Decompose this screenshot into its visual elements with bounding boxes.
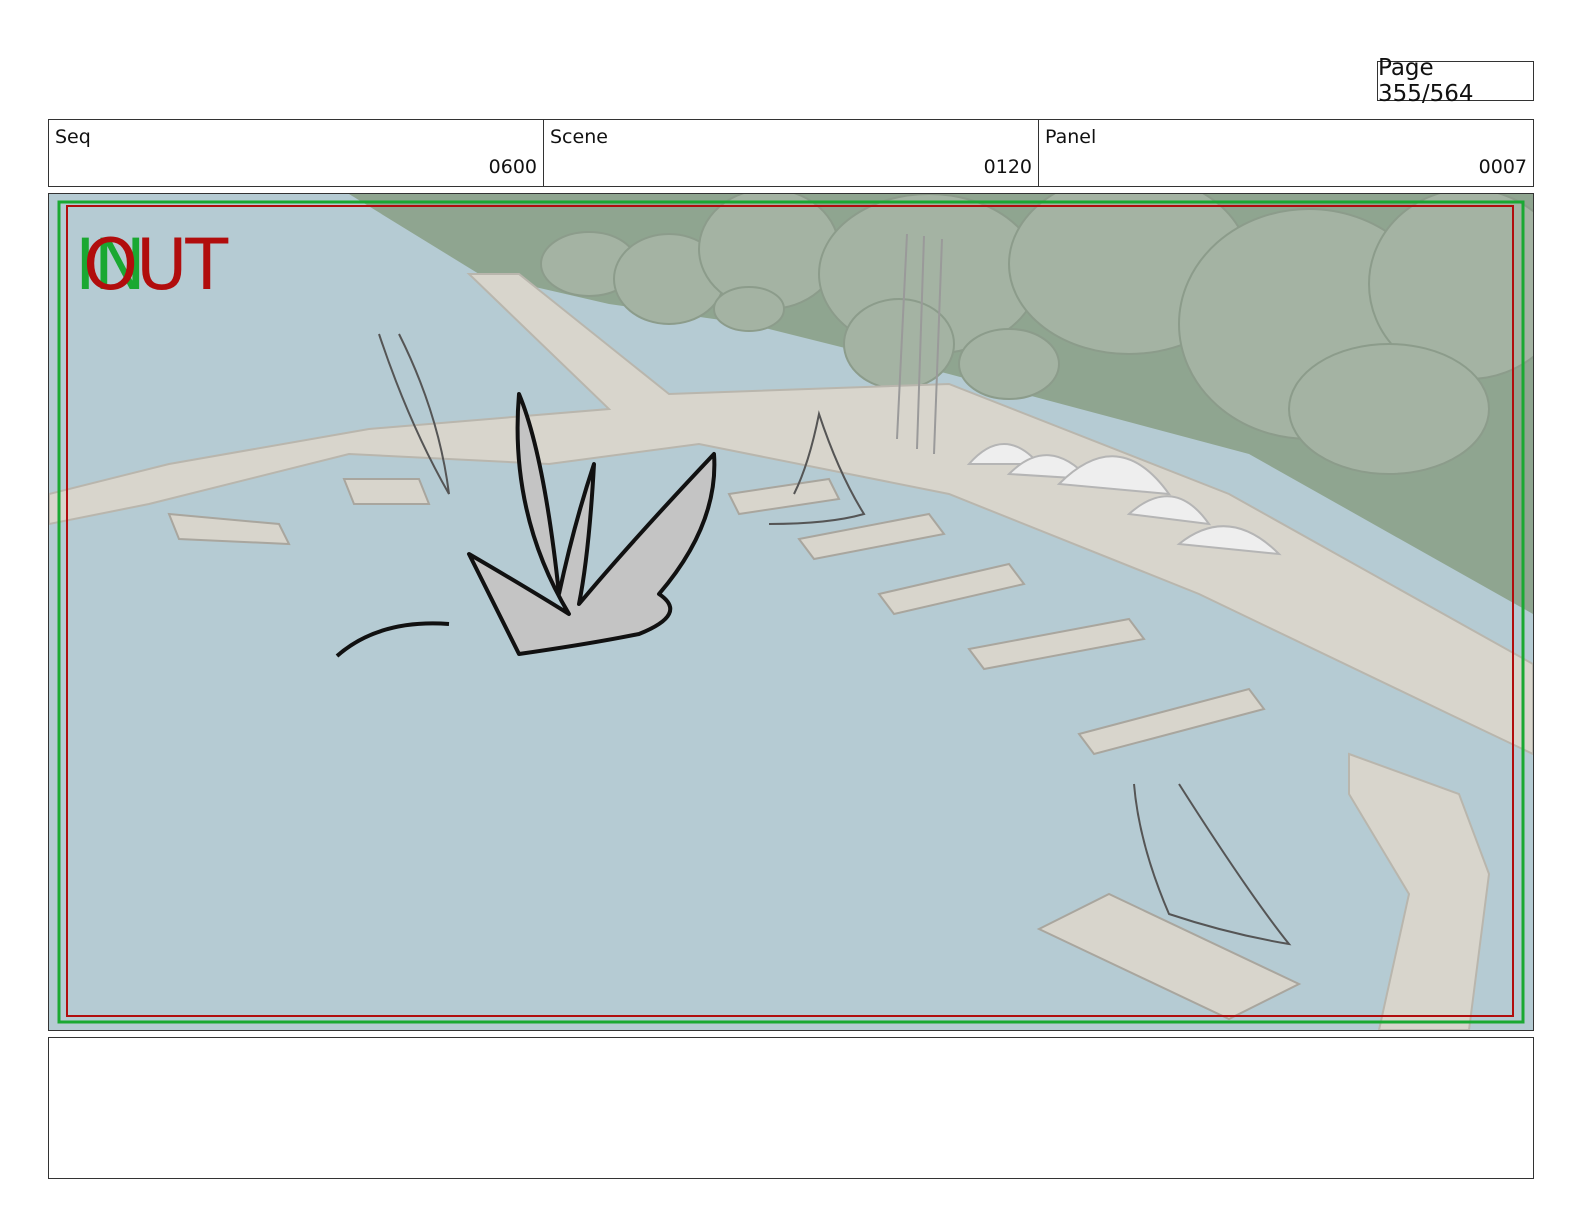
notes-box	[48, 1037, 1534, 1179]
seq-label: Seq	[55, 126, 91, 148]
panel-value: 0007	[1478, 156, 1527, 178]
scene-label: Scene	[550, 126, 608, 148]
panel-header: Seq 0600 Scene 0120 Panel 0007	[48, 119, 1534, 187]
panel-label: Panel	[1045, 126, 1097, 148]
page-number: Page 355/564	[1377, 55, 1534, 107]
seq-value: 0600	[488, 156, 537, 178]
scene-value: 0120	[983, 156, 1032, 178]
scene-cell: Scene 0120	[544, 120, 1039, 186]
out-marker: OUT	[83, 224, 228, 306]
panel-cell: Panel 0007	[1039, 120, 1533, 186]
storyboard-drawing	[49, 194, 1533, 1030]
storyboard-frame: IN OUT	[48, 193, 1534, 1031]
seq-cell: Seq 0600	[49, 120, 544, 186]
